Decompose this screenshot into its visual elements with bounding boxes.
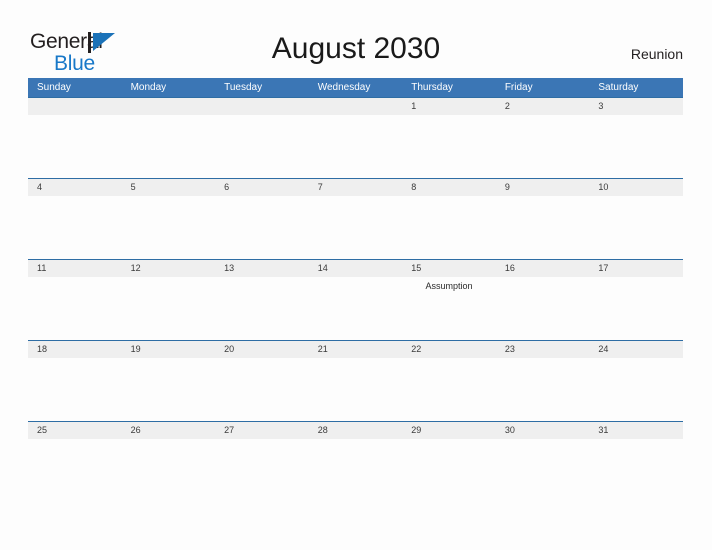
day-number[interactable] <box>309 98 403 115</box>
day-number[interactable]: 20 <box>215 341 309 358</box>
day-number[interactable]: 14 <box>309 260 403 277</box>
day-event-assumption: Assumption <box>425 281 473 291</box>
day-event <box>122 439 216 442</box>
day-event <box>215 439 309 442</box>
week-date-band: 18 19 20 21 22 23 24 <box>28 341 683 358</box>
day-event <box>589 439 683 442</box>
week-date-band: 1 2 3 <box>28 98 683 115</box>
week-date-band: 11 12 13 14 15 16 17 <box>28 260 683 277</box>
day-number[interactable]: 4 <box>28 179 122 196</box>
day-number[interactable]: 18 <box>28 341 122 358</box>
weekday-header-thursday: Thursday <box>411 82 453 93</box>
day-event <box>496 115 590 118</box>
week-event-band <box>28 358 683 361</box>
day-event <box>122 277 216 292</box>
day-event <box>28 277 122 292</box>
day-event <box>589 277 683 292</box>
page-title: August 2030 <box>271 32 441 65</box>
page-header: General Blue August 2030 Reunion <box>0 0 712 78</box>
weekday-header-monday: Monday <box>130 82 167 93</box>
day-event <box>28 115 122 118</box>
week-event-band <box>28 196 683 199</box>
day-event <box>589 358 683 361</box>
day-number[interactable] <box>28 98 122 115</box>
calendar-week-row: 1 2 3 <box>28 97 683 178</box>
day-number[interactable] <box>122 98 216 115</box>
day-event <box>496 277 590 292</box>
day-number[interactable]: 12 <box>122 260 216 277</box>
weekday-header-sunday: Sunday <box>37 82 71 93</box>
day-event <box>589 115 683 118</box>
calendar-week-row: 25 26 27 28 29 30 31 <box>28 421 683 521</box>
day-event <box>309 277 403 292</box>
day-number[interactable]: 22 <box>402 341 496 358</box>
day-number[interactable]: 6 <box>215 179 309 196</box>
weekday-header-wednesday: Wednesday <box>317 82 371 93</box>
day-number[interactable] <box>215 98 309 115</box>
day-number[interactable]: 30 <box>496 422 590 439</box>
calendar-week-row: 18 19 20 21 22 23 24 <box>28 340 683 421</box>
day-event <box>215 196 309 199</box>
calendar-week-row: 4 5 6 7 8 9 10 <box>28 178 683 259</box>
calendar-weekday-header: Sunday Monday Tuesday Wednesday Thursday… <box>28 78 683 97</box>
day-number[interactable]: 2 <box>496 98 590 115</box>
day-event <box>28 196 122 199</box>
day-number[interactable]: 17 <box>589 260 683 277</box>
day-number[interactable]: 11 <box>28 260 122 277</box>
day-number[interactable]: 26 <box>122 422 216 439</box>
day-event <box>122 196 216 199</box>
day-event <box>402 439 496 442</box>
day-number[interactable]: 19 <box>122 341 216 358</box>
day-event <box>496 439 590 442</box>
day-number[interactable]: 31 <box>589 422 683 439</box>
day-event <box>122 358 216 361</box>
day-number[interactable]: 28 <box>309 422 403 439</box>
day-number[interactable]: 8 <box>402 179 496 196</box>
day-number[interactable]: 25 <box>28 422 122 439</box>
day-number[interactable]: 27 <box>215 422 309 439</box>
day-number[interactable]: 29 <box>402 422 496 439</box>
day-event <box>309 439 403 442</box>
week-event-band <box>28 115 683 118</box>
week-event-band <box>28 439 683 442</box>
week-event-band: Assumption <box>28 277 683 292</box>
day-event <box>496 196 590 199</box>
week-date-band: 4 5 6 7 8 9 10 <box>28 179 683 196</box>
day-number[interactable]: 10 <box>589 179 683 196</box>
day-event <box>402 196 496 199</box>
day-event <box>309 115 403 118</box>
day-number[interactable]: 5 <box>122 179 216 196</box>
weekday-header-friday: Friday <box>504 82 533 93</box>
day-number[interactable]: 3 <box>589 98 683 115</box>
day-number[interactable]: 7 <box>309 179 403 196</box>
region-label: Reunion <box>630 46 683 62</box>
calendar-grid: Sunday Monday Tuesday Wednesday Thursday… <box>28 78 683 521</box>
calendar-week-row: 11 12 13 14 15 16 17 Assumption <box>28 259 683 340</box>
weekday-header-saturday: Saturday <box>598 82 639 93</box>
day-event <box>215 115 309 118</box>
day-event <box>309 196 403 199</box>
day-event <box>589 196 683 199</box>
day-number[interactable]: 9 <box>496 179 590 196</box>
day-number[interactable]: 13 <box>215 260 309 277</box>
day-event <box>215 358 309 361</box>
day-event <box>215 277 309 292</box>
day-number[interactable]: 1 <box>402 98 496 115</box>
day-number[interactable]: 16 <box>496 260 590 277</box>
day-number[interactable]: 23 <box>496 341 590 358</box>
day-number[interactable]: 24 <box>589 341 683 358</box>
day-number[interactable]: 15 <box>402 260 496 277</box>
day-event <box>402 358 496 361</box>
week-date-band: 25 26 27 28 29 30 31 <box>28 422 683 439</box>
day-event <box>402 115 496 118</box>
day-number[interactable]: 21 <box>309 341 403 358</box>
day-event <box>28 439 122 442</box>
day-event <box>122 115 216 118</box>
day-event <box>28 358 122 361</box>
day-event <box>309 358 403 361</box>
day-event <box>496 358 590 361</box>
weekday-header-tuesday: Tuesday <box>224 82 263 93</box>
